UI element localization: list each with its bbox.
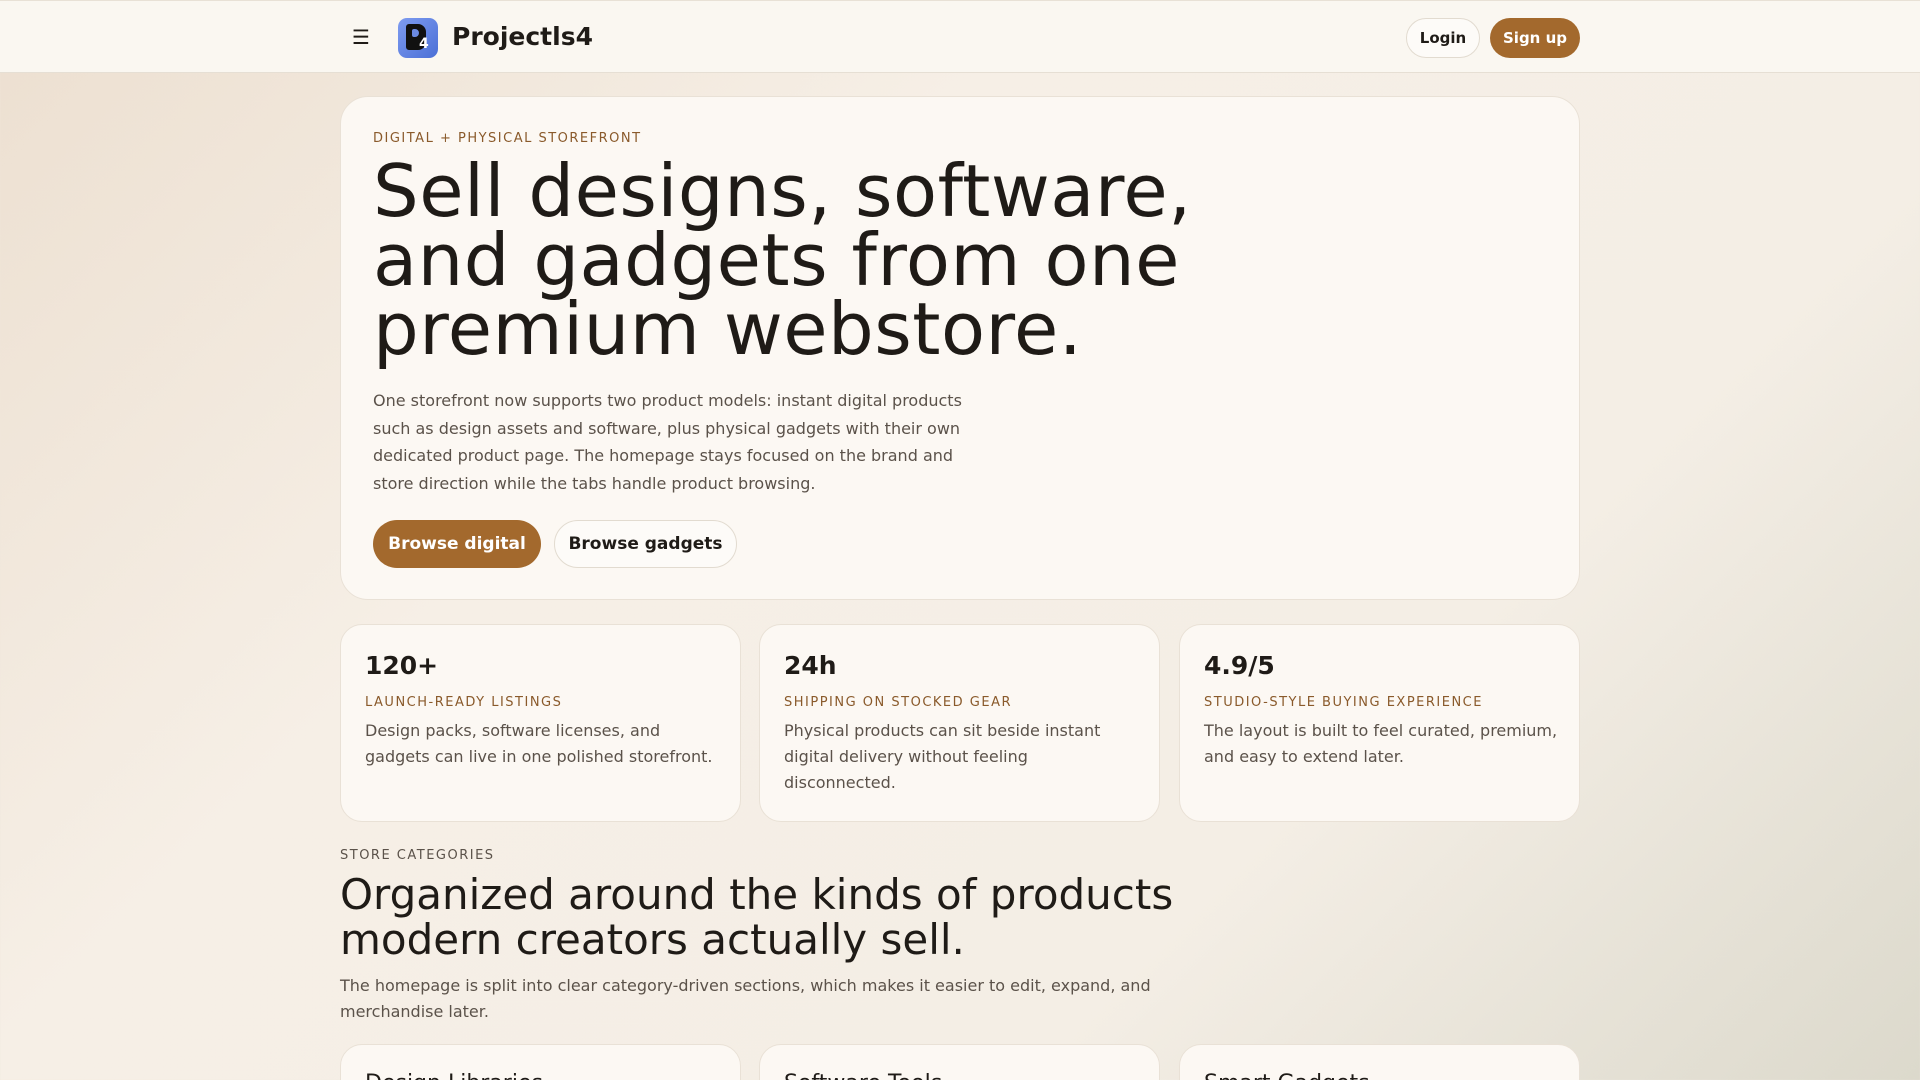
categories-title: Organized around the kinds of products m… [340,870,1174,964]
stat-description: Physical products can sit beside instant… [784,721,1101,792]
stat-card: 4.9/5 STUDIO-STYLE BUYING EXPERIENCE The… [1179,624,1580,822]
hero-description: One storefront now supports two product … [373,391,962,493]
category-card-software[interactable]: Software Tools [759,1044,1160,1080]
category-card-title: Design Libraries [365,1071,543,1080]
hero-eyebrow: DIGITAL + PHYSICAL STOREFRONT [373,131,642,146]
logo-digit-shape: 4 [419,36,429,52]
category-card-gadgets[interactable]: Smart Gadgets [1179,1044,1580,1080]
stat-value: 4.9/5 [1204,651,1275,680]
brand-name[interactable]: Projectls4 [452,22,593,51]
browse-digital-button[interactable]: Browse digital [373,520,541,568]
top-navigation-bar: ☰ 4 Projectls4 Login Sign up [0,0,1920,73]
category-card-title: Smart Gadgets [1204,1071,1370,1080]
login-button[interactable]: Login [1406,18,1480,58]
logo-icon[interactable]: 4 [398,18,438,58]
stat-card: 24h SHIPPING ON STOCKED GEAR Physical pr… [759,624,1160,822]
stat-description: Design packs, software licenses, and gad… [365,721,713,766]
category-card-design[interactable]: Design Libraries [340,1044,741,1080]
categories-description: The homepage is split into clear categor… [340,976,1151,1021]
hero-title: Sell designs, software, and gadgets from… [373,149,1192,371]
stat-card: 120+ LAUNCH-READY LISTINGS Design packs,… [340,624,741,822]
stat-value: 120+ [365,651,439,680]
signup-button[interactable]: Sign up [1490,18,1580,58]
categories-eyebrow: STORE CATEGORIES [340,848,495,863]
menu-icon[interactable]: ☰ [349,25,373,49]
stat-value: 24h [784,651,837,680]
category-card-title: Software Tools [784,1071,942,1080]
stat-description: The layout is built to feel curated, pre… [1204,721,1558,766]
hero-card: DIGITAL + PHYSICAL STOREFRONT Sell desig… [340,96,1580,600]
stat-label: STUDIO-STYLE BUYING EXPERIENCE [1204,695,1483,710]
browse-gadgets-button[interactable]: Browse gadgets [554,520,737,568]
stat-label: LAUNCH-READY LISTINGS [365,695,563,710]
stat-label: SHIPPING ON STOCKED GEAR [784,695,1012,710]
